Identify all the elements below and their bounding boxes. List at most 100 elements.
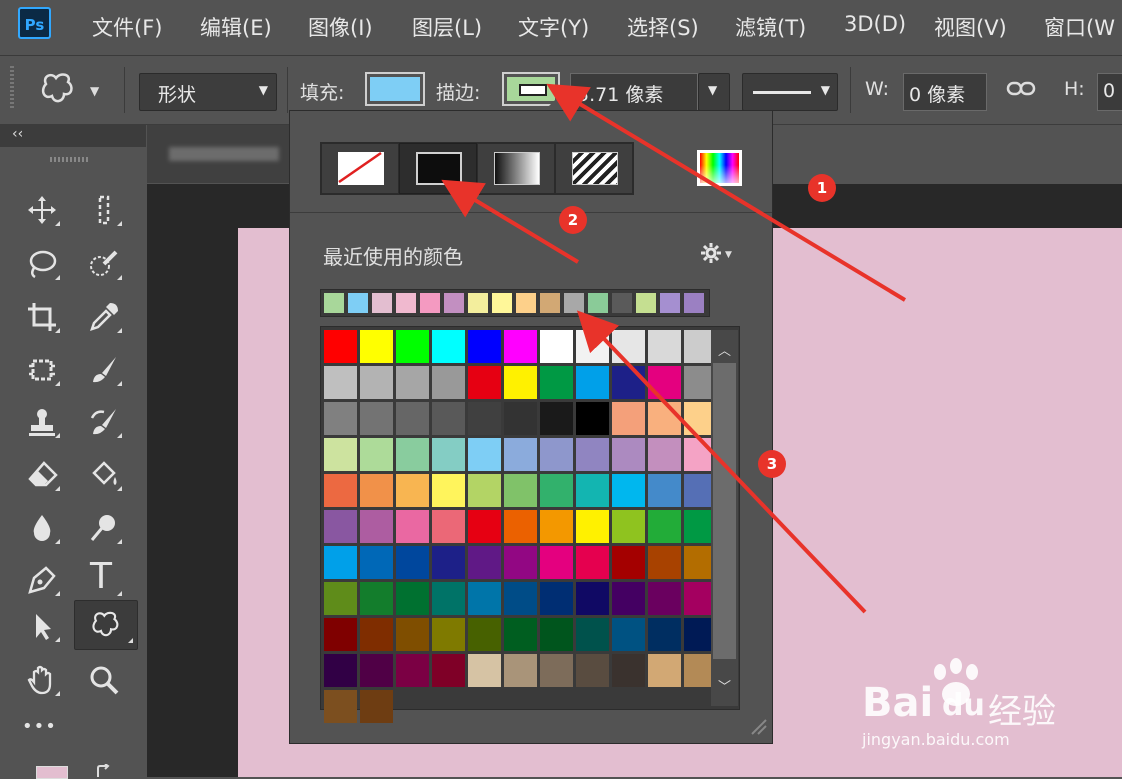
no-color-button[interactable] (321, 143, 399, 194)
stroke-type-dropdown[interactable]: ▼ (742, 73, 838, 111)
color-swatch[interactable] (396, 510, 429, 543)
color-swatch[interactable] (648, 546, 681, 579)
color-swatch[interactable] (648, 366, 681, 399)
color-swatch[interactable] (576, 438, 609, 471)
color-swatch[interactable] (612, 654, 645, 687)
color-swatch[interactable] (432, 474, 465, 507)
color-swatch[interactable] (648, 474, 681, 507)
path-select-tool[interactable] (14, 602, 64, 648)
color-swatch[interactable] (540, 330, 573, 363)
brush-tool[interactable] (76, 346, 126, 392)
tool-preset-picker[interactable]: ▼ (38, 70, 108, 110)
menu-filter[interactable]: 滤镜(T) (735, 12, 806, 42)
color-swatch[interactable] (504, 546, 537, 579)
color-swatch[interactable] (504, 330, 537, 363)
recent-color-swatch[interactable] (444, 293, 464, 313)
quick-select-tool[interactable] (76, 240, 126, 286)
scroll-up-icon[interactable]: ︿ (718, 340, 731, 359)
color-swatch[interactable] (324, 330, 357, 363)
color-swatch[interactable] (432, 618, 465, 651)
color-swatch[interactable] (576, 402, 609, 435)
color-swatch[interactable] (540, 438, 573, 471)
color-swatch[interactable] (324, 366, 357, 399)
color-swatch[interactable] (504, 654, 537, 687)
gradient-button[interactable] (477, 143, 555, 194)
recent-color-swatch[interactable] (516, 293, 536, 313)
color-swatch[interactable] (360, 546, 393, 579)
eyedropper-tool[interactable] (76, 293, 126, 339)
recent-color-swatch[interactable] (372, 293, 392, 313)
stroke-width-dropdown[interactable]: ▼ (698, 73, 730, 111)
color-swatch[interactable] (468, 438, 501, 471)
color-swatch[interactable] (324, 438, 357, 471)
color-swatch[interactable] (648, 618, 681, 651)
color-swatch[interactable] (468, 510, 501, 543)
color-swatch[interactable] (360, 510, 393, 543)
menu-file[interactable]: 文件(F) (92, 12, 162, 42)
color-swatch[interactable] (504, 510, 537, 543)
pen-tool[interactable] (14, 556, 64, 602)
frame-tool[interactable] (14, 346, 64, 392)
recent-color-swatch[interactable] (564, 293, 584, 313)
recent-color-swatch[interactable] (468, 293, 488, 313)
blur-tool[interactable] (14, 504, 64, 550)
foreground-color-swatch[interactable] (36, 766, 68, 779)
recent-color-swatch[interactable] (324, 293, 344, 313)
color-swatch[interactable] (504, 402, 537, 435)
history-brush-tool[interactable] (76, 398, 126, 444)
color-swatch[interactable] (648, 654, 681, 687)
color-swatch[interactable] (540, 510, 573, 543)
color-swatch[interactable] (360, 582, 393, 615)
recent-color-swatch[interactable] (660, 293, 680, 313)
color-swatch[interactable] (612, 330, 645, 363)
color-swatch[interactable] (540, 546, 573, 579)
color-swatch[interactable] (612, 546, 645, 579)
color-swatch[interactable] (576, 546, 609, 579)
color-swatch[interactable] (468, 654, 501, 687)
color-swatch[interactable] (468, 330, 501, 363)
color-swatch[interactable] (648, 510, 681, 543)
color-swatch[interactable] (360, 654, 393, 687)
height-field[interactable]: 0 (1097, 73, 1122, 111)
color-swatch[interactable] (648, 402, 681, 435)
color-swatch[interactable] (468, 618, 501, 651)
color-swatch[interactable] (324, 618, 357, 651)
color-swatch[interactable] (504, 618, 537, 651)
color-swatch[interactable] (576, 510, 609, 543)
solid-color-button[interactable] (399, 143, 477, 194)
color-swatch[interactable] (612, 582, 645, 615)
stamp-tool[interactable] (14, 398, 64, 444)
color-swatch[interactable] (432, 330, 465, 363)
recent-color-swatch[interactable] (540, 293, 560, 313)
color-swatch[interactable] (360, 330, 393, 363)
color-swatch[interactable] (540, 366, 573, 399)
color-swatch[interactable] (504, 474, 537, 507)
scroll-down-icon[interactable]: ﹀ (718, 676, 731, 695)
zoom-tool[interactable] (76, 656, 126, 702)
color-picker-button[interactable] (697, 150, 742, 186)
color-swatch[interactable] (360, 618, 393, 651)
color-swatch[interactable] (612, 366, 645, 399)
color-swatch[interactable] (576, 582, 609, 615)
color-swatch[interactable] (324, 474, 357, 507)
color-swatch[interactable] (396, 474, 429, 507)
color-swatch[interactable] (396, 582, 429, 615)
menu-image[interactable]: 图像(I) (308, 12, 373, 42)
color-swatch[interactable] (504, 582, 537, 615)
color-swatch[interactable] (396, 438, 429, 471)
color-swatch[interactable] (360, 438, 393, 471)
color-swatch[interactable] (468, 366, 501, 399)
color-swatch[interactable] (540, 618, 573, 651)
color-swatch[interactable] (360, 474, 393, 507)
color-swatch[interactable] (432, 366, 465, 399)
color-swatch[interactable] (504, 438, 537, 471)
color-swatch[interactable] (576, 330, 609, 363)
color-swatch[interactable] (324, 582, 357, 615)
swap-colors-icon[interactable] (94, 764, 116, 777)
type-tool[interactable]: T (76, 556, 126, 602)
recent-color-swatch[interactable] (684, 293, 704, 313)
color-swatch[interactable] (612, 438, 645, 471)
document-tab[interactable] (147, 125, 289, 183)
color-swatch[interactable] (540, 402, 573, 435)
menu-3d[interactable]: 3D(D) (844, 12, 906, 36)
